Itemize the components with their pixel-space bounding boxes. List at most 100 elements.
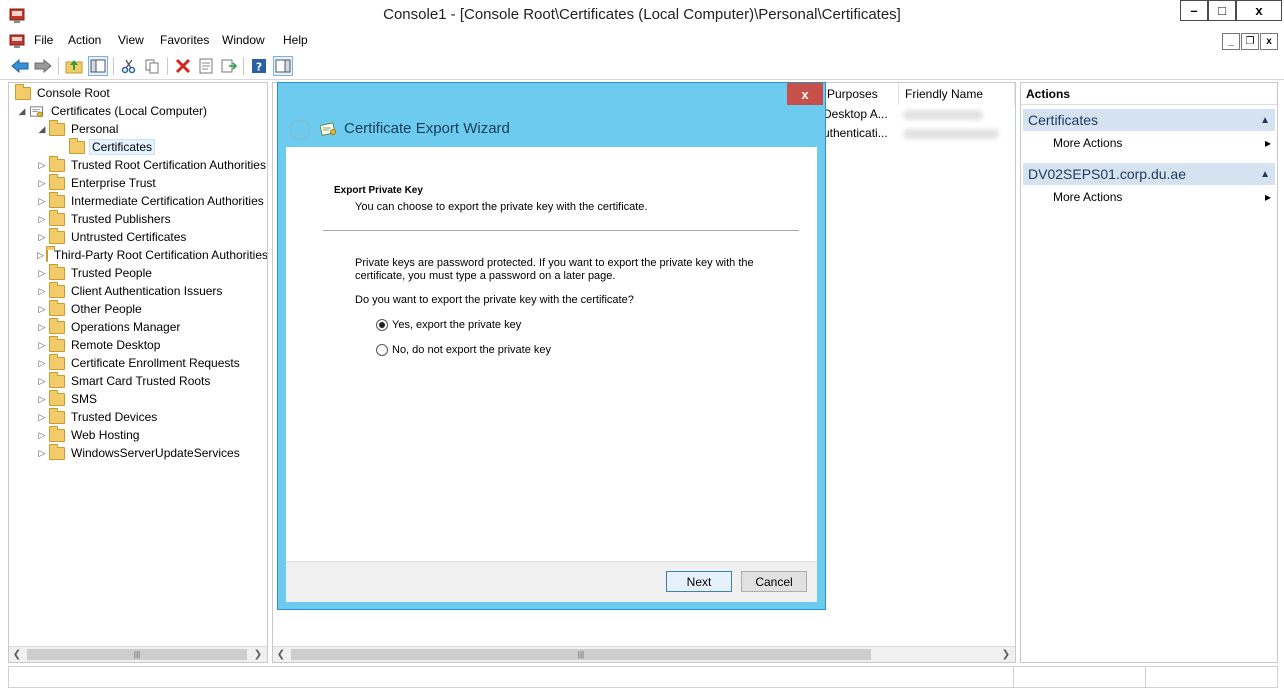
menu-view[interactable]: View [118,33,144,47]
mdi-close-button[interactable]: x [1260,33,1278,50]
radio-export-yes[interactable] [376,319,388,331]
tree-item-store[interactable]: ▷ Smart Card Trusted Roots [9,371,267,390]
expand-arrow-icon[interactable]: ▷ [37,448,47,459]
show-action-pane-icon[interactable] [273,56,293,76]
scroll-right-icon[interactable]: ❯ [998,647,1014,662]
expand-arrow-icon[interactable]: ▷ [37,250,44,261]
column-friendly-name[interactable]: Friendly Name [899,83,1015,105]
tree-item-store[interactable]: ▷ Remote Desktop [9,335,267,354]
tree-item-store[interactable]: ▷ Trusted Devices [9,407,267,426]
expand-arrow-icon[interactable]: ▷ [37,268,47,279]
tree-item-store[interactable]: ▷ Trusted People [9,263,267,282]
toolbar: ? [0,52,1284,80]
copy-icon[interactable] [142,56,162,76]
export-list-icon[interactable] [219,56,239,76]
mdi-restore-button[interactable]: ❐ [1241,33,1259,50]
tree-item-store[interactable]: ▷ Operations Manager [9,317,267,336]
console-tree[interactable]: Console Root ◢ Certificates (Local Compu… [8,82,268,663]
tree-item-store[interactable]: ▷ Other People [9,299,267,318]
menu-favorites[interactable]: Favorites [160,33,209,47]
dialog-close-button[interactable]: x [787,83,823,105]
expand-arrow-icon[interactable]: ▷ [37,304,47,315]
scroll-thumb[interactable]: ||| [291,649,871,660]
radio-export-no[interactable] [376,344,388,356]
tree-item-store[interactable]: ▷ Enterprise Trust [9,173,267,192]
menu-bar: File Action View Favorites Window Help _… [0,31,1284,52]
expand-arrow-icon[interactable]: ▷ [37,178,47,189]
menu-action[interactable]: Action [68,33,101,47]
folder-icon [49,353,65,370]
back-arrow-icon[interactable] [10,56,30,76]
expand-arrow-icon[interactable]: ▷ [37,340,47,351]
collapse-up-icon[interactable]: ▲ [1260,169,1270,180]
tree-item-certificates[interactable]: Certificates [9,137,267,156]
title-bar: Console1 - [Console Root\Certificates (L… [0,0,1284,31]
expand-arrow-icon[interactable]: ▷ [37,286,47,297]
minimize-button[interactable]: – [1180,0,1208,21]
delete-icon[interactable] [173,56,193,76]
radio-label-yes[interactable]: Yes, export the private key [392,319,521,331]
forward-arrow-icon[interactable] [33,56,53,76]
console-menu-icon[interactable] [9,33,25,49]
tree-horizontal-scrollbar[interactable]: ❮ ||| ❯ [9,646,267,662]
up-folder-icon[interactable] [64,56,84,76]
status-cell [1145,667,1277,687]
actions-section-certificates[interactable]: Certificates ▲ [1023,109,1275,131]
column-purposes[interactable]: Purposes [821,83,899,105]
help-icon[interactable]: ? [249,56,269,76]
expand-arrow-icon[interactable]: ▷ [37,358,47,369]
collapse-up-icon[interactable]: ▲ [1260,115,1270,126]
close-window-button[interactable]: x [1236,0,1282,21]
expand-arrow-icon[interactable]: ▷ [37,196,47,207]
tree-item-console-root[interactable]: Console Root [9,83,267,102]
expand-arrow-icon[interactable]: ▷ [37,322,47,333]
more-actions-certificates[interactable]: More Actions ▸ [1053,136,1271,150]
divider [323,230,799,231]
tree-item-store[interactable]: ▷ Client Authentication Issuers [9,281,267,300]
expand-arrow-icon[interactable]: ▷ [37,214,47,225]
tree-item-store[interactable]: ▷ SMS [9,389,267,408]
radio-label-no[interactable]: No, do not export the private key [392,344,551,356]
expand-arrow-icon[interactable]: ▷ [37,394,47,405]
more-actions-server[interactable]: More Actions ▸ [1053,190,1271,204]
menu-help[interactable]: Help [283,33,308,47]
tree-item-store[interactable]: ▷ Third-Party Root Certification Authorit… [9,245,267,264]
expand-arrow-icon[interactable]: ▷ [37,232,47,243]
status-cell [1013,667,1145,687]
expand-arrow-icon[interactable]: ▷ [37,376,47,387]
folder-icon [45,245,55,262]
tree-item-certificates-local-computer[interactable]: ◢ Certificates (Local Computer) [9,102,267,120]
collapse-arrow-icon[interactable]: ◢ [17,106,27,117]
expand-arrow-icon[interactable]: ▷ [37,160,47,171]
maximize-button[interactable]: □ [1208,0,1236,21]
back-arrow-icon[interactable]: ← [290,120,310,140]
folder-icon [49,317,65,334]
tree-item-store[interactable]: ▷ Web Hosting [9,425,267,444]
cancel-button[interactable]: Cancel [741,571,807,592]
redacted-friendly-name [903,110,983,120]
collapse-arrow-icon[interactable]: ◢ [37,124,47,135]
tree-item-store[interactable]: ▷ Certificate Enrollment Requests [9,353,267,372]
folder-icon [49,425,65,442]
tree-item-store[interactable]: ▷ Trusted Root Certification Authorities [9,155,267,174]
show-hide-tree-icon[interactable] [88,56,108,76]
scroll-left-icon[interactable]: ❮ [9,647,25,662]
expand-arrow-icon[interactable]: ▷ [37,412,47,423]
mdi-minimize-button[interactable]: _ [1222,33,1240,50]
cut-icon[interactable] [119,56,139,76]
properties-icon[interactable] [196,56,216,76]
scroll-right-icon[interactable]: ❯ [250,647,266,662]
menu-file[interactable]: File [34,33,53,47]
scroll-thumb[interactable]: ||| [27,649,247,660]
tree-item-store[interactable]: ▷ Intermediate Certification Authorities [9,191,267,210]
tree-item-store[interactable]: ▷ Untrusted Certificates [9,227,267,246]
tree-item-personal[interactable]: ◢ Personal [9,119,267,138]
list-horizontal-scrollbar[interactable]: ❮ ||| ❯ [273,646,1015,662]
tree-item-store[interactable]: ▷ Trusted Publishers [9,209,267,228]
next-button[interactable]: Next [666,571,732,592]
expand-arrow-icon[interactable]: ▷ [37,430,47,441]
scroll-left-icon[interactable]: ❮ [273,647,289,662]
menu-window[interactable]: Window [222,33,265,47]
tree-item-store[interactable]: ▷ WindowsServerUpdateServices [9,443,267,462]
actions-section-server[interactable]: DV02SEPS01.corp.du.ae ▲ [1023,163,1275,185]
